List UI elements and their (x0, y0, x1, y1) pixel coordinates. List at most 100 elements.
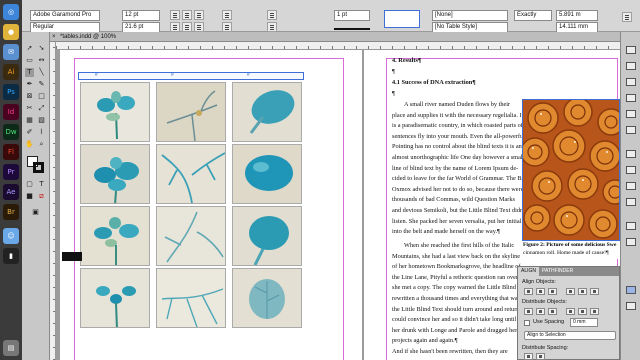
view-mode-icon[interactable]: ▣ (31, 208, 40, 217)
text-wrap-panel-icon[interactable] (626, 166, 636, 174)
rows-button[interactable] (222, 10, 232, 20)
horizontal-ruler[interactable] (56, 42, 620, 50)
stroke-style-swatch[interactable] (334, 22, 370, 30)
links-panel-icon[interactable] (626, 78, 636, 86)
align-right-edges-button[interactable] (548, 288, 557, 295)
apply-color-icon[interactable]: ■ (25, 192, 34, 201)
rectangle-frame-tool-icon[interactable]: ⊠ (25, 92, 34, 101)
image-table[interactable] (78, 80, 306, 334)
distribute-bottom-button[interactable] (548, 308, 557, 315)
panel-menu-button[interactable] (622, 12, 632, 22)
swatches-panel-icon[interactable] (626, 110, 636, 118)
apply-none-icon[interactable]: ⧄ (37, 192, 46, 201)
stroke-panel-icon[interactable] (626, 94, 636, 102)
pathfinder-panel-icon[interactable] (626, 302, 636, 310)
figure-frame[interactable] (522, 99, 620, 241)
table-cell-image[interactable] (232, 82, 302, 142)
direct-selection-tool-icon[interactable]: ➘ (37, 44, 46, 53)
align-to-select[interactable]: Align to Selection (524, 331, 616, 340)
gradient-tool-icon[interactable]: ▦ (25, 116, 34, 125)
layers-panel-icon[interactable] (626, 62, 636, 70)
columns-button[interactable] (222, 22, 232, 32)
table-panel-icon[interactable] (626, 222, 636, 230)
align-left-button[interactable] (170, 10, 180, 20)
stroke-weight-field[interactable]: 1 pt (334, 10, 370, 21)
align-left-edges-button[interactable] (524, 288, 533, 295)
valign-center-button[interactable] (182, 22, 192, 32)
distribute-left-button[interactable] (566, 308, 575, 315)
table-styles-panel-icon[interactable] (626, 238, 636, 246)
dock-app-aftereffects[interactable]: Ae (3, 184, 19, 200)
dock-app-terminal[interactable]: ▮ (3, 248, 19, 264)
type-tool-icon[interactable]: T (25, 68, 34, 77)
paragraph-styles-panel-icon[interactable] (626, 182, 636, 190)
hand-tool-icon[interactable]: ✋ (25, 140, 34, 149)
color-panel-icon[interactable] (626, 126, 636, 134)
line-tool-icon[interactable]: ╲ (37, 68, 46, 77)
document-tab[interactable]: × *tables.indd @ 100% (50, 32, 620, 42)
gradient-feather-tool-icon[interactable]: ▧ (37, 116, 46, 125)
page-tool-icon[interactable]: ▭ (25, 56, 34, 65)
row-height-mode-select[interactable]: Exactly (514, 10, 552, 21)
scissors-tool-icon[interactable]: ✂ (25, 104, 34, 113)
distribute-vcenter-button[interactable] (536, 308, 545, 315)
tab-align[interactable]: ALIGN (518, 267, 540, 276)
dock-app-flash[interactable]: Fl (3, 144, 19, 160)
table-cell-image[interactable] (156, 268, 226, 328)
table-header-row[interactable]: # # # (78, 72, 304, 80)
dock-app-illustrator[interactable]: Ai (3, 64, 19, 80)
distribute-right-button[interactable] (590, 308, 599, 315)
align-top-edges-button[interactable] (566, 288, 575, 295)
dock-app-trash[interactable]: ▤ (3, 340, 19, 356)
dock-app-safari[interactable]: ◎ (3, 4, 19, 20)
character-styles-panel-icon[interactable] (626, 198, 636, 206)
pen-tool-icon[interactable]: ✒ (25, 80, 34, 89)
align-bottom-edges-button[interactable] (590, 288, 599, 295)
zoom-tool-icon[interactable]: ⌕ (37, 140, 46, 149)
dock-app-photoshop[interactable]: Ps (3, 84, 19, 100)
formatting-container-icon[interactable]: ▢ (25, 180, 34, 189)
align-vertical-centers-button[interactable] (578, 288, 587, 295)
align-right-button[interactable] (194, 10, 204, 20)
paragraph-style-select[interactable]: [None] (432, 10, 508, 21)
distribute-vspace-button[interactable] (524, 353, 533, 360)
valign-bottom-button[interactable] (194, 22, 204, 32)
formatting-text-icon[interactable]: T (37, 180, 46, 189)
align-center-button[interactable] (182, 10, 192, 20)
font-size-field[interactable]: 12 pt (122, 10, 160, 21)
figure-caption[interactable]: Figure 2: Picture of some delicious Swe … (522, 241, 620, 259)
row-height-field[interactable]: 5.891 m (556, 10, 598, 21)
note-tool-icon[interactable]: ✐ (25, 128, 34, 137)
merge-cells-button[interactable] (267, 10, 277, 20)
tab-pathfinder[interactable]: PATHFINDER (539, 267, 576, 276)
table-cell-image[interactable] (232, 206, 302, 266)
gap-tool-icon[interactable]: ↔ (37, 56, 46, 65)
table-cell-image[interactable] (156, 82, 226, 142)
distribute-top-button[interactable] (524, 308, 533, 315)
valign-top-button[interactable] (170, 22, 180, 32)
eyedropper-tool-icon[interactable]: ⌇ (37, 128, 46, 137)
align-horizontal-centers-button[interactable] (536, 288, 545, 295)
table-cell-image[interactable] (232, 144, 302, 204)
table-cell-image[interactable] (80, 268, 150, 328)
distribute-hcenter-button[interactable] (578, 308, 587, 315)
rectangle-tool-icon[interactable]: □ (37, 92, 46, 101)
use-spacing-checkbox[interactable] (524, 320, 530, 326)
spacing-field[interactable]: 0 mm (570, 318, 598, 327)
align-panel-icon[interactable] (626, 286, 636, 294)
dock-app-mail[interactable]: ✉ (3, 44, 19, 60)
document-tab-close-icon[interactable]: × (52, 32, 56, 42)
dock-app-dreamweaver[interactable]: Dw (3, 124, 19, 140)
dock-app-bridge[interactable]: Br (3, 204, 19, 220)
table-cell-image[interactable] (80, 82, 150, 142)
table-cell-image[interactable] (232, 268, 302, 328)
dock-app-indesign[interactable]: Id (3, 104, 19, 120)
font-family-select[interactable]: Adobe Garamond Pro (30, 10, 100, 21)
selection-tool-icon[interactable]: ➚ (25, 44, 34, 53)
pencil-tool-icon[interactable]: ✎ (37, 80, 46, 89)
cell-fill-swatch[interactable] (384, 10, 420, 28)
unmerge-cells-button[interactable] (267, 22, 277, 32)
stroke-swatch[interactable] (33, 162, 44, 173)
distribute-hspace-button[interactable] (536, 353, 545, 360)
dock-app-premiere[interactable]: Pr (3, 164, 19, 180)
